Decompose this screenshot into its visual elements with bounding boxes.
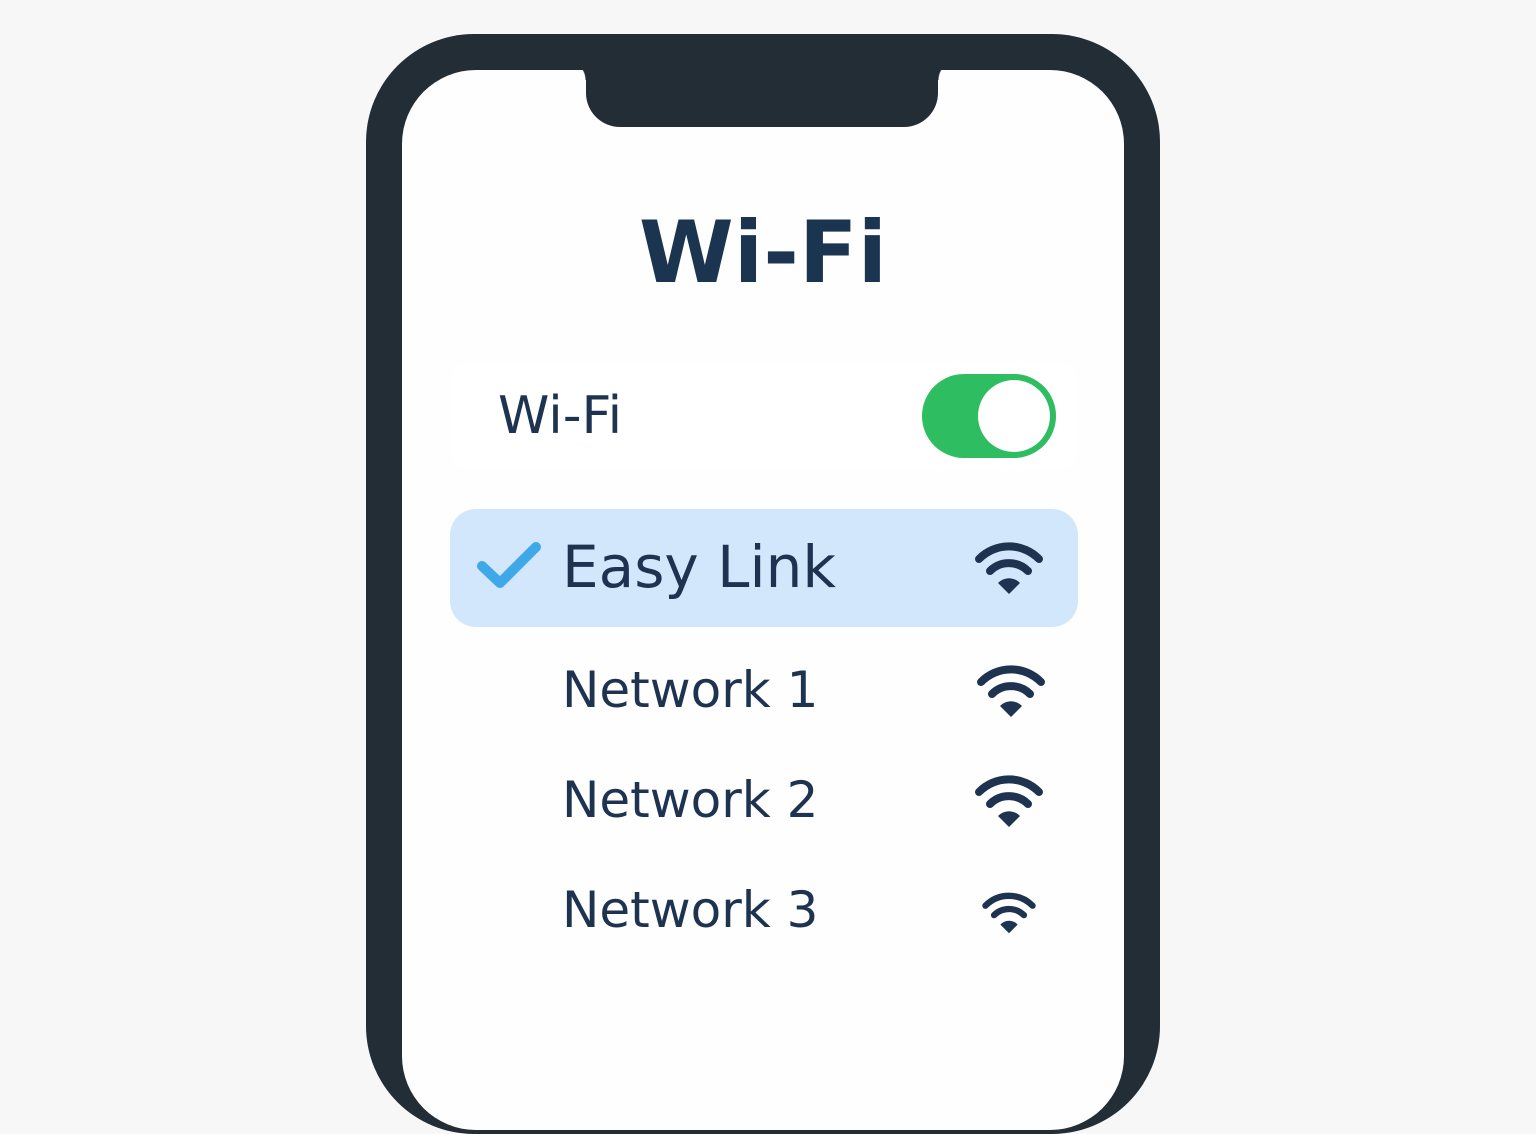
network-name: Network 2 [562,771,819,829]
phone-notch [566,60,958,127]
page-title: Wi-Fi [638,203,888,303]
network-row-network-3[interactable]: Network 3 [450,854,1078,972]
checkmark-icon [477,542,541,588]
wifi-toggle-switch[interactable] [922,374,1056,458]
network-row-network-1[interactable]: Network 1 [450,634,1078,752]
wifi-signal-icon [975,542,1043,594]
toggle-knob [978,380,1050,452]
wifi-signal-icon [975,775,1043,827]
wifi-signal-icon [977,665,1045,717]
network-name: Network 3 [562,881,819,939]
network-row-easy-link[interactable]: Easy Link [450,509,1078,627]
wifi-toggle-row: Wi-Fi [450,362,1078,470]
network-name: Network 1 [562,661,819,719]
wifi-toggle-label: Wi-Fi [498,386,623,446]
network-row-network-2[interactable]: Network 2 [450,744,1078,862]
network-name: Easy Link [562,533,836,601]
wifi-signal-icon [982,892,1036,934]
